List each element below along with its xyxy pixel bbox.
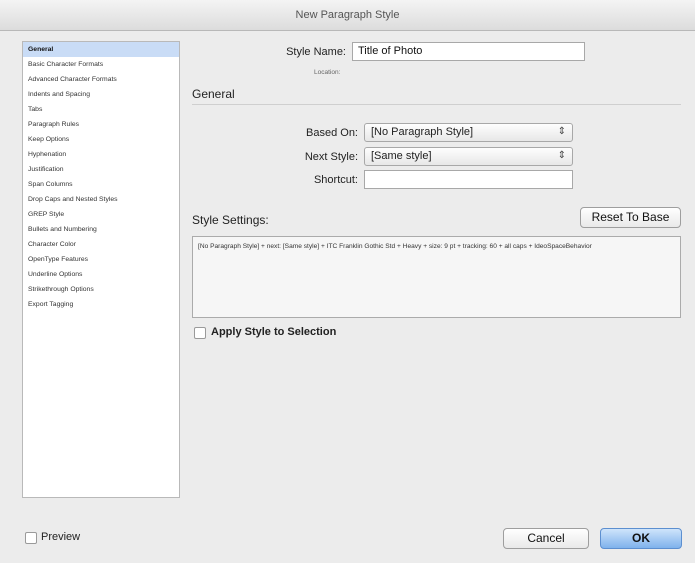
sidebar-item-general[interactable]: General — [23, 42, 179, 57]
sidebar-item-basic-character-formats[interactable]: Basic Character Formats — [23, 57, 179, 72]
style-settings-label: Style Settings: — [192, 213, 269, 227]
apply-style-checkbox[interactable] — [194, 327, 206, 339]
sidebar-item-strikethrough-options[interactable]: Strikethrough Options — [23, 282, 179, 297]
next-style-label: Next Style: — [304, 151, 358, 163]
shortcut-field[interactable] — [364, 170, 573, 189]
next-style-select[interactable]: [Same style] ⇕ — [364, 147, 573, 166]
based-on-value: [No Paragraph Style] — [371, 126, 474, 138]
based-on-select[interactable]: [No Paragraph Style] ⇕ — [364, 123, 573, 142]
sidebar-item-drop-caps-and-nested-styles[interactable]: Drop Caps and Nested Styles — [23, 192, 179, 207]
sidebar-item-opentype-features[interactable]: OpenType Features — [23, 252, 179, 267]
sidebar-item-paragraph-rules[interactable]: Paragraph Rules — [23, 117, 179, 132]
preview-label[interactable]: Preview — [41, 531, 80, 543]
sidebar-item-grep-style[interactable]: GREP Style — [23, 207, 179, 222]
style-settings-box: [No Paragraph Style] + next: [Same style… — [192, 236, 681, 318]
shortcut-label: Shortcut: — [313, 174, 358, 186]
sidebar-item-hyphenation[interactable]: Hyphenation — [23, 147, 179, 162]
sidebar-item-character-color[interactable]: Character Color — [23, 237, 179, 252]
cancel-button[interactable]: Cancel — [503, 528, 589, 549]
sidebar-item-keep-options[interactable]: Keep Options — [23, 132, 179, 147]
general-heading: General — [192, 87, 235, 101]
window-title: New Paragraph Style — [295, 9, 400, 21]
sidebar-item-indents-and-spacing[interactable]: Indents and Spacing — [23, 87, 179, 102]
sidebar-item-bullets-and-numbering[interactable]: Bullets and Numbering — [23, 222, 179, 237]
sidebar-item-justification[interactable]: Justification — [23, 162, 179, 177]
ok-button[interactable]: OK — [600, 528, 682, 549]
category-list: General Basic Character Formats Advanced C… — [22, 41, 180, 498]
based-on-label: Based On: — [306, 127, 358, 139]
reset-to-base-button[interactable]: Reset To Base — [580, 207, 681, 228]
sidebar-item-advanced-character-formats[interactable]: Advanced Character Formats — [23, 72, 179, 87]
preview-checkbox[interactable] — [25, 532, 37, 544]
title-bar: New Paragraph Style — [0, 0, 695, 31]
style-name-field[interactable]: Title of Photo — [352, 42, 585, 61]
style-name-label: Style Name: — [286, 46, 346, 58]
apply-style-label[interactable]: Apply Style to Selection — [211, 326, 336, 338]
next-style-value: [Same style] — [371, 150, 432, 162]
section-divider — [192, 104, 681, 105]
select-arrows-icon: ⇕ — [557, 126, 566, 137]
sidebar-item-span-columns[interactable]: Span Columns — [23, 177, 179, 192]
sidebar-item-export-tagging[interactable]: Export Tagging — [23, 297, 179, 312]
sidebar-item-underline-options[interactable]: Underline Options — [23, 267, 179, 282]
sidebar-item-tabs[interactable]: Tabs — [23, 102, 179, 117]
location-label: Location: — [314, 69, 341, 76]
select-arrows-icon: ⇕ — [557, 150, 566, 161]
